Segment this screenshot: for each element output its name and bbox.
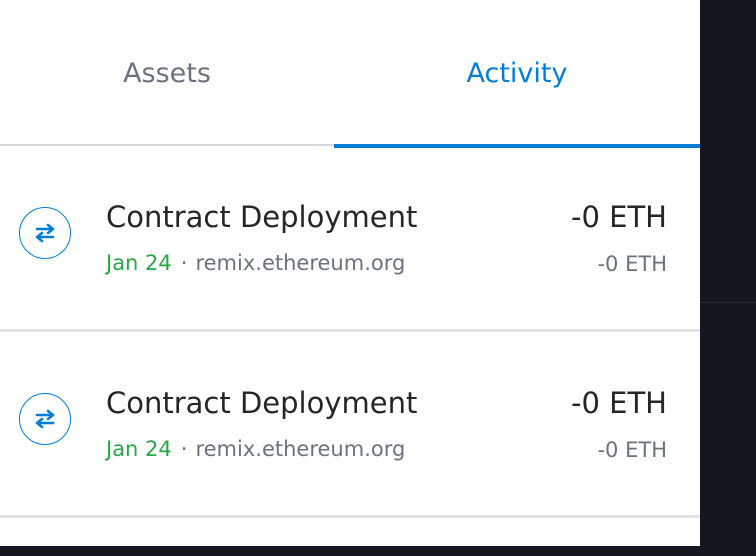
background-divider (700, 302, 756, 303)
tab-assets-label: Assets (123, 57, 211, 89)
transaction-list-item[interactable]: Contract Deployment Jan 24 · remix.ethereu… (0, 334, 700, 518)
wallet-panel: Assets Activity Contract Deployment Jan … (0, 0, 700, 546)
transaction-origin: remix.ethereum.org (195, 437, 406, 461)
swap-arrows-icon (19, 207, 71, 259)
transaction-date: Jan 24 (106, 251, 172, 275)
transaction-origin: remix.ethereum.org (195, 251, 406, 275)
transaction-secondary-amount: -0 ETH (597, 438, 667, 462)
transaction-secondary-amount: -0 ETH (597, 252, 667, 276)
transaction-subtitle: Jan 24 · remix.ethereum.org (106, 251, 405, 275)
tab-activity[interactable]: Activity (334, 0, 700, 148)
swap-arrows-icon (19, 393, 71, 445)
tab-assets[interactable]: Assets (0, 0, 334, 146)
transaction-list-item-partial[interactable] (0, 520, 700, 546)
separator-dot: · (180, 251, 188, 275)
transaction-subtitle: Jan 24 · remix.ethereum.org (106, 437, 405, 461)
transaction-title: Contract Deployment (106, 200, 418, 234)
transaction-list-item[interactable]: Contract Deployment Jan 24 · remix.ethereu… (0, 148, 700, 332)
transaction-amount: -0 ETH (571, 386, 667, 420)
transaction-amount: -0 ETH (571, 200, 667, 234)
transaction-date: Jan 24 (106, 437, 172, 461)
tab-activity-label: Activity (466, 57, 568, 89)
transaction-title: Contract Deployment (106, 386, 418, 420)
tab-bar: Assets Activity (0, 0, 700, 148)
separator-dot: · (180, 437, 188, 461)
